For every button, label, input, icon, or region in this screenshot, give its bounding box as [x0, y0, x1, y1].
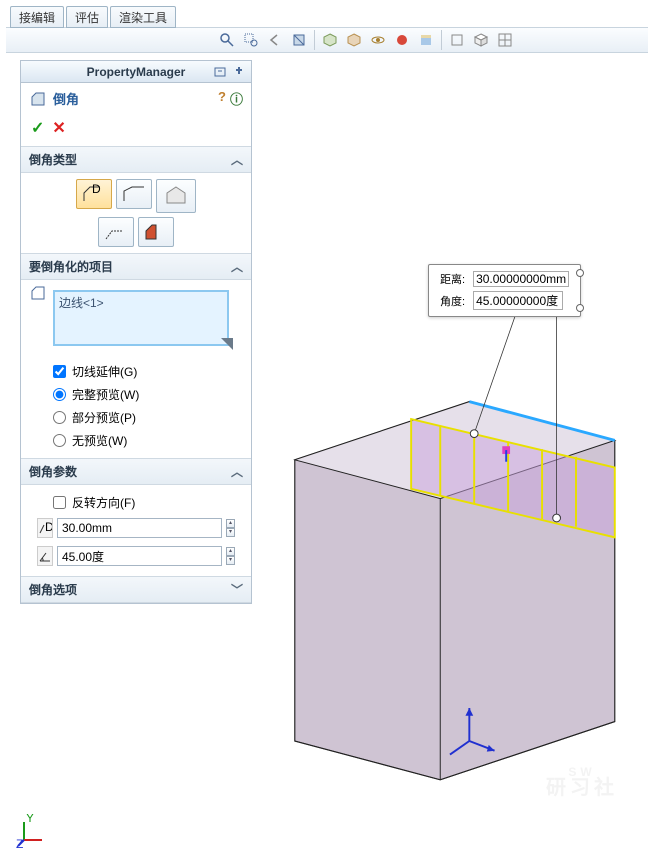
confirm-bar: ✓ ✕ — [21, 114, 251, 146]
appearance-icon[interactable] — [391, 29, 413, 51]
section-options[interactable]: 倒角选项 ﹀ — [21, 576, 251, 603]
distance-spinner[interactable]: ▴▾ — [226, 519, 235, 537]
pm-titlebar: PropertyManager — [21, 61, 251, 83]
callout-angle-label: 角度: — [437, 290, 468, 311]
chevron-up-icon: ︿ — [231, 258, 243, 275]
angle-spinner[interactable]: ▴▾ — [226, 547, 235, 565]
tab-render[interactable]: 渲染工具 — [110, 6, 176, 28]
view-orientation-icon[interactable] — [319, 29, 341, 51]
chevron-up-icon: ︿ — [231, 463, 243, 480]
svg-text:D: D — [92, 183, 101, 196]
cancel-button[interactable]: ✕ — [52, 118, 65, 138]
help-icon[interactable]: ? — [218, 89, 226, 108]
svg-text:Z: Z — [16, 837, 23, 848]
model-view — [256, 56, 640, 850]
angle-icon — [37, 546, 53, 566]
section-title: 倒角类型 — [29, 151, 77, 168]
property-manager-panel: PropertyManager 倒角 ? ⓘ ✓ ✕ 倒角类型 ︿ D 要倒 — [20, 60, 252, 604]
hide-show-icon[interactable] — [367, 29, 389, 51]
reverse-direction-checkbox[interactable] — [53, 496, 66, 509]
edge-select-icon — [29, 284, 47, 305]
tab-evaluate[interactable]: 评估 — [66, 6, 108, 28]
section-chamfer-type[interactable]: 倒角类型 ︿ — [21, 146, 251, 173]
reverse-label: 反转方向(F) — [72, 494, 135, 511]
full-preview-radio[interactable] — [53, 388, 66, 401]
feature-header: 倒角 ? ⓘ — [21, 83, 251, 114]
section-title: 倒角参数 — [29, 463, 77, 480]
section-title: 要倒角化的项目 — [29, 258, 113, 275]
view-triad: Y Z — [16, 814, 50, 848]
section-items[interactable]: 要倒角化的项目 ︿ — [21, 253, 251, 280]
tangent-propagation-checkbox[interactable] — [53, 365, 66, 378]
toolbar-separator — [314, 30, 315, 50]
chamfer-type-vertex[interactable] — [156, 179, 196, 213]
grid-icon[interactable] — [494, 29, 516, 51]
angle-input[interactable] — [57, 546, 222, 566]
chamfer-type-offset-face[interactable] — [98, 217, 134, 247]
chamfer-type-distance-distance[interactable] — [116, 179, 152, 209]
cube-icon[interactable] — [470, 29, 492, 51]
selection-list[interactable]: 边线<1> — [53, 290, 229, 346]
zoom-area-icon[interactable] — [240, 29, 262, 51]
section-view-icon[interactable] — [288, 29, 310, 51]
chamfer-type-face-face[interactable] — [138, 217, 174, 247]
chevron-down-icon: ﹀ — [231, 581, 243, 598]
no-preview-radio[interactable] — [53, 434, 66, 447]
callout-distance-value[interactable]: 30.00000000mm — [473, 271, 569, 287]
prev-view-icon[interactable] — [264, 29, 286, 51]
keep-visible-icon[interactable] — [213, 64, 229, 80]
tab-edit[interactable]: 接编辑 — [10, 6, 64, 28]
scene-icon[interactable] — [415, 29, 437, 51]
pushpin-icon[interactable] — [231, 64, 247, 80]
selection-item[interactable]: 边线<1> — [59, 294, 223, 311]
full-preview-label: 完整预览(W) — [72, 386, 139, 403]
ok-button[interactable]: ✓ — [31, 118, 44, 138]
callout-angle-value[interactable]: 45.00000000度 — [473, 291, 563, 310]
graphics-viewport[interactable]: 距离: 30.00000000mm 角度: 45.00000000度 — [256, 56, 640, 850]
dimension-callout[interactable]: 距离: 30.00000000mm 角度: 45.00000000度 — [428, 264, 581, 317]
section-title: 倒角选项 — [29, 581, 77, 598]
chamfer-icon — [29, 90, 47, 108]
watermark: SW 研习社 — [546, 766, 618, 798]
detailed-help-icon[interactable]: ⓘ — [230, 89, 243, 108]
tangent-label: 切线延伸(G) — [72, 363, 137, 380]
distance-input[interactable] — [57, 518, 222, 538]
partial-preview-radio[interactable] — [53, 411, 66, 424]
partial-preview-label: 部分预览(P) — [72, 409, 136, 426]
svg-text:Y: Y — [26, 814, 34, 825]
distance-icon: D — [37, 518, 53, 538]
feature-name: 倒角 — [53, 89, 212, 108]
svg-text:D: D — [45, 521, 52, 534]
zoom-fit-icon[interactable] — [216, 29, 238, 51]
pm-title: PropertyManager — [87, 65, 186, 79]
view-settings-icon[interactable] — [446, 29, 468, 51]
chamfer-type-angle-distance[interactable]: D — [76, 179, 112, 209]
callout-distance-label: 距离: — [437, 270, 468, 288]
ribbon-tabs: 接编辑 评估 渲染工具 — [10, 6, 648, 28]
chevron-up-icon: ︿ — [231, 151, 243, 168]
no-preview-label: 无预览(W) — [72, 432, 127, 449]
section-params[interactable]: 倒角参数 ︿ — [21, 458, 251, 485]
toolbar-separator — [441, 30, 442, 50]
display-style-icon[interactable] — [343, 29, 365, 51]
view-toolbar — [6, 27, 648, 53]
